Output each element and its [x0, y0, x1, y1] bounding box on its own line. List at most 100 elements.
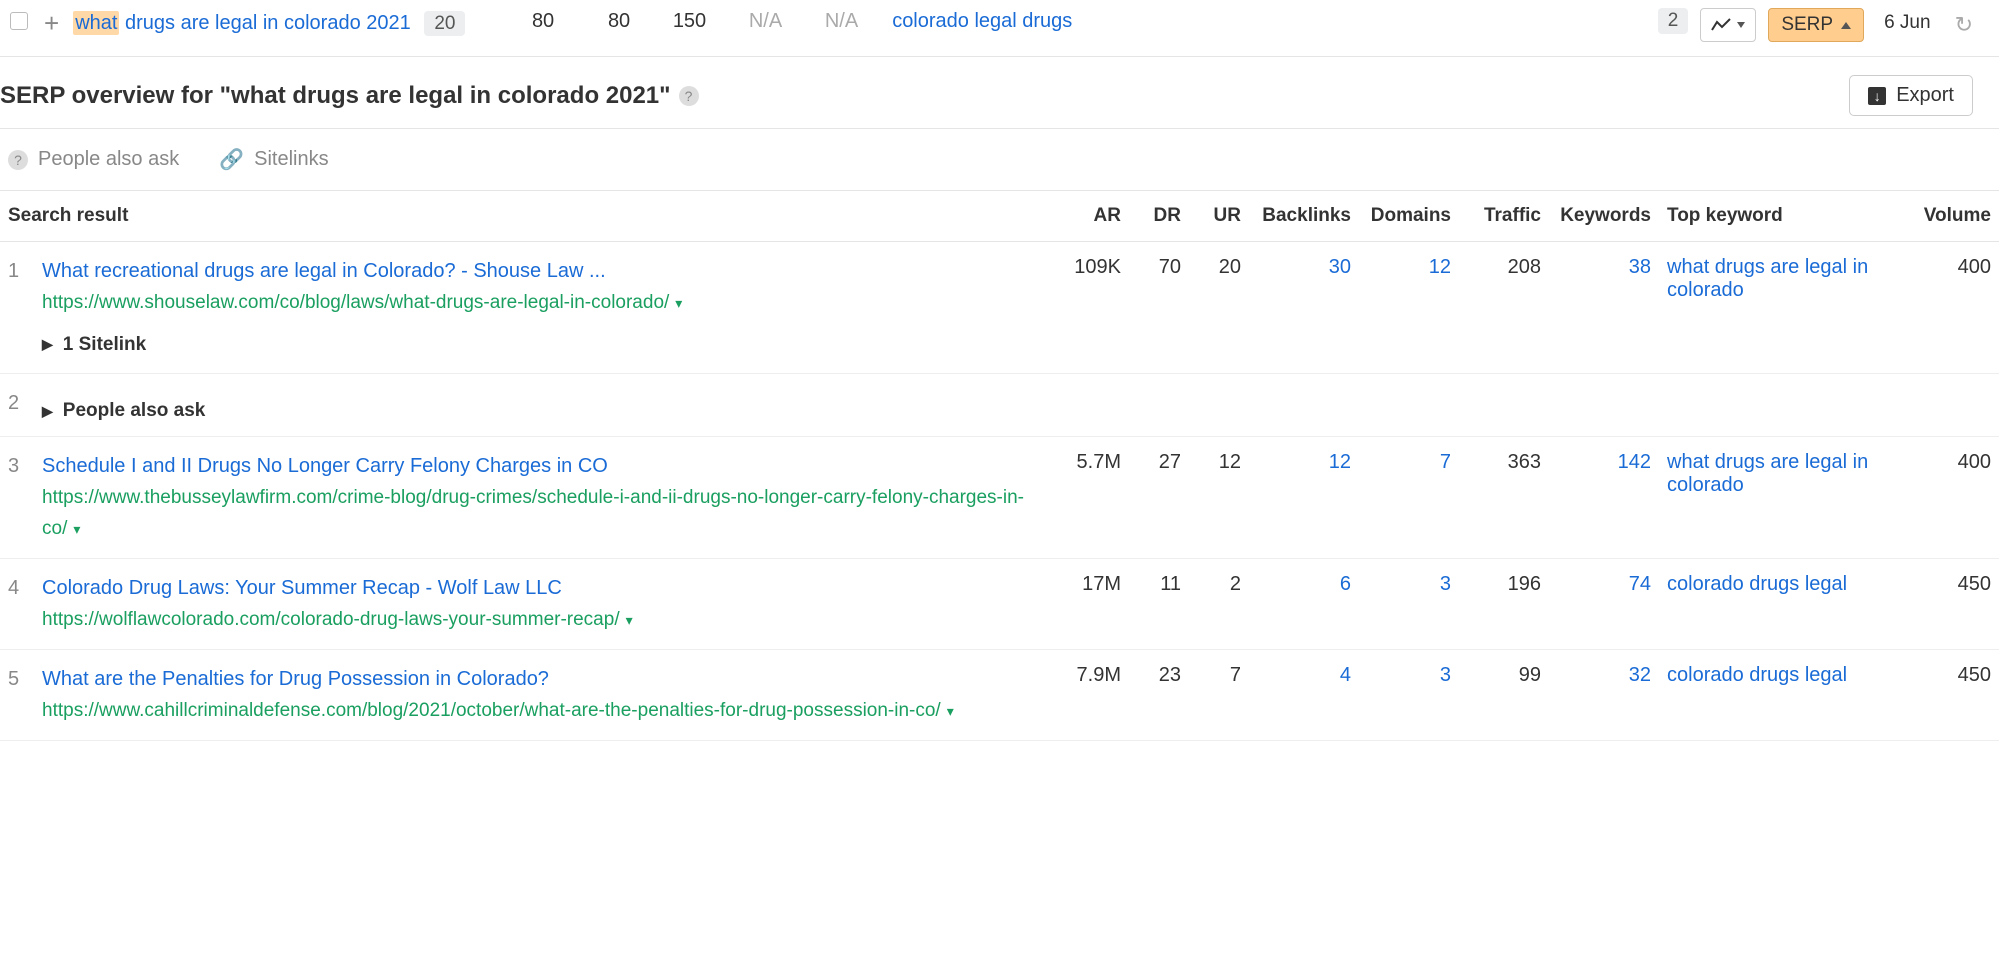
backlinks-cell[interactable]: 12 — [1249, 437, 1359, 559]
volume-cell: 450 — [1909, 559, 1999, 650]
col-top-keyword[interactable]: Top keyword — [1659, 191, 1909, 242]
keyword-row: + what drugs are legal in colorado 2021 … — [0, 0, 1999, 57]
col-domains[interactable]: Domains — [1359, 191, 1459, 242]
rank-cell: 2 — [0, 374, 34, 437]
metric-1: 80 — [484, 8, 554, 33]
dr-cell: 70 — [1129, 242, 1189, 374]
triangle-right-icon: ▶ — [42, 403, 53, 420]
col-keywords[interactable]: Keywords — [1549, 191, 1659, 242]
backlinks-cell[interactable]: 4 — [1249, 650, 1359, 741]
col-search-result[interactable]: Search result — [0, 191, 1049, 242]
domains-cell[interactable]: 3 — [1359, 559, 1459, 650]
keyword-rest: drugs are legal in colorado 2021 — [119, 12, 410, 34]
rank-cell: 5 — [0, 650, 34, 741]
col-volume[interactable]: Volume — [1909, 191, 1999, 242]
serp-label: SERP — [1781, 14, 1833, 36]
result-cell: What recreational drugs are legal in Col… — [34, 242, 1049, 374]
volume-cell: 450 — [1909, 650, 1999, 741]
dr-cell: 23 — [1129, 650, 1189, 741]
volume-cell: 400 — [1909, 242, 1999, 374]
serp-date: 6 Jun — [1884, 8, 1930, 34]
feature-people-also-ask: ? People also ask — [0, 147, 179, 172]
export-button[interactable]: ↓ Export — [1849, 75, 1973, 116]
table-row: 3 Schedule I and II Drugs No Longer Carry… — [0, 437, 1999, 559]
table-row: 2 ▶People also ask — [0, 374, 1999, 437]
row-checkbox[interactable] — [10, 12, 28, 30]
col-traffic[interactable]: Traffic — [1459, 191, 1549, 242]
serp-results-table: Search result AR DR UR Backlinks Domains… — [0, 191, 1999, 741]
keywords-cell[interactable]: 38 — [1549, 242, 1659, 374]
metric-4: N/A — [712, 8, 782, 33]
section-title: SERP overview for "what drugs are legal … — [0, 82, 671, 110]
keywords-cell[interactable]: 142 — [1549, 437, 1659, 559]
serp-features-row: ? People also ask 🔗 Sitelinks — [0, 129, 1999, 191]
trend-icon — [1711, 18, 1731, 32]
traffic-cell: 208 — [1459, 242, 1549, 374]
top-keyword-cell[interactable]: what drugs are legal in colorado — [1659, 242, 1909, 374]
top-keyword-cell[interactable]: what drugs are legal in colorado — [1659, 437, 1909, 559]
trend-dropdown[interactable] — [1700, 8, 1756, 42]
help-icon[interactable]: ? — [679, 86, 699, 106]
add-keyword-button[interactable]: + — [44, 10, 59, 36]
result-url[interactable]: https://www.cahillcriminaldefense.com/bl… — [42, 700, 954, 721]
traffic-cell: 196 — [1459, 559, 1549, 650]
chevron-down-icon — [1737, 22, 1745, 28]
metric-3: 150 — [636, 8, 706, 33]
refresh-button[interactable]: ↻ — [1955, 8, 1973, 38]
kd-badge: 20 — [424, 11, 465, 36]
export-label: Export — [1896, 84, 1954, 107]
col-backlinks[interactable]: Backlinks — [1249, 191, 1359, 242]
question-icon: ? — [8, 150, 28, 170]
keyword-highlight: what — [73, 11, 119, 35]
traffic-cell: 363 — [1459, 437, 1549, 559]
volume-cell: 400 — [1909, 437, 1999, 559]
col-ur[interactable]: UR — [1189, 191, 1249, 242]
backlinks-cell[interactable]: 6 — [1249, 559, 1359, 650]
traffic-cell: 99 — [1459, 650, 1549, 741]
parent-topic[interactable]: colorado legal drugs — [864, 8, 1284, 33]
dr-cell: 27 — [1129, 437, 1189, 559]
table-row: 1What recreational drugs are legal in Co… — [0, 242, 1999, 374]
keyword-cell[interactable]: what drugs are legal in colorado 2021 20 — [73, 8, 478, 39]
ur-cell: 2 — [1189, 559, 1249, 650]
result-cell: Schedule I and II Drugs No Longer Carry … — [34, 437, 1049, 559]
metric-2: 80 — [560, 8, 630, 33]
table-row: 5 What are the Penalties for Drug Possess… — [0, 650, 1999, 741]
top-keyword-cell[interactable]: colorado drugs legal — [1659, 650, 1909, 741]
result-title[interactable]: Schedule I and II Drugs No Longer Carry … — [42, 455, 608, 477]
rank-cell: 4 — [0, 559, 34, 650]
dr-cell: 11 — [1129, 559, 1189, 650]
domains-cell[interactable]: 3 — [1359, 650, 1459, 741]
top-keyword-cell[interactable]: colorado drugs legal — [1659, 559, 1909, 650]
result-url[interactable]: https://wolflawcolorado.com/colorado-dru… — [42, 609, 633, 630]
keywords-cell[interactable]: 32 — [1549, 650, 1659, 741]
download-icon: ↓ — [1868, 87, 1886, 105]
col-ar[interactable]: AR — [1049, 191, 1129, 242]
serp-overview-header: SERP overview for "what drugs are legal … — [0, 57, 1999, 129]
result-cell: What are the Penalties for Drug Possessi… — [34, 650, 1049, 741]
results-count-badge: 2 — [1658, 8, 1689, 34]
serp-toggle-button[interactable]: SERP — [1768, 8, 1864, 42]
table-header-row: Search result AR DR UR Backlinks Domains… — [0, 191, 1999, 242]
ur-cell: 7 — [1189, 650, 1249, 741]
col-dr[interactable]: DR — [1129, 191, 1189, 242]
result-url[interactable]: https://www.thebusseylawfirm.com/crime-b… — [42, 487, 1024, 539]
ur-cell: 12 — [1189, 437, 1249, 559]
result-title[interactable]: Colorado Drug Laws: Your Summer Recap - … — [42, 577, 562, 599]
backlinks-cell[interactable]: 30 — [1249, 242, 1359, 374]
keywords-cell[interactable]: 74 — [1549, 559, 1659, 650]
result-cell: Colorado Drug Laws: Your Summer Recap - … — [34, 559, 1049, 650]
table-row: 4 Colorado Drug Laws: Your Summer Recap -… — [0, 559, 1999, 650]
ur-cell: 20 — [1189, 242, 1249, 374]
ar-cell: 109K — [1049, 242, 1129, 374]
result-title[interactable]: What are the Penalties for Drug Possessi… — [42, 668, 549, 690]
result-url[interactable]: https://www.shouselaw.com/co/blog/laws/w… — [42, 292, 682, 313]
domains-cell[interactable]: 12 — [1359, 242, 1459, 374]
sitelink-label: 1 Sitelink — [63, 330, 146, 359]
rank-cell: 3 — [0, 437, 34, 559]
result-title[interactable]: What recreational drugs are legal in Col… — [42, 260, 606, 282]
people-also-ask-expander[interactable]: ▶People also ask — [42, 400, 1991, 422]
domains-cell[interactable]: 7 — [1359, 437, 1459, 559]
sitelink-expander[interactable]: ▶1 Sitelink — [42, 330, 1041, 359]
link-icon: 🔗 — [219, 147, 244, 172]
